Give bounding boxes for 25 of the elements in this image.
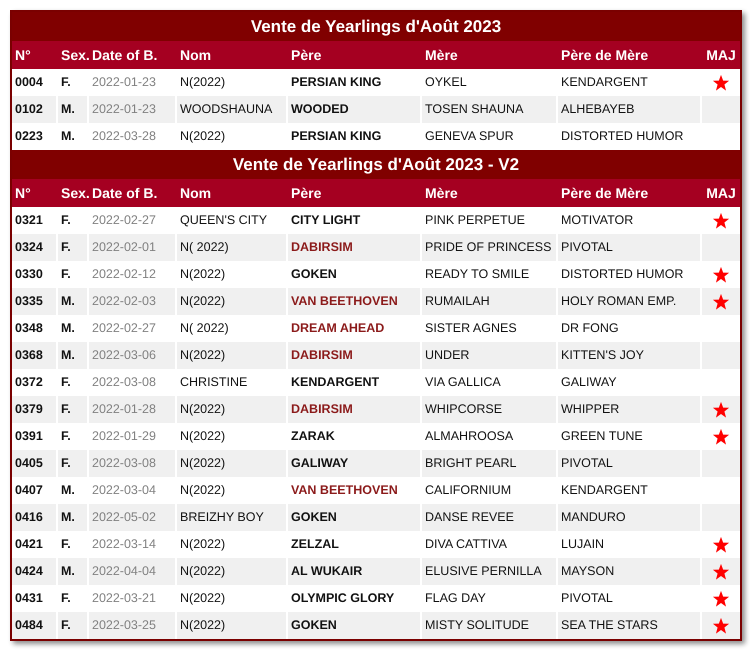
column-header: Père bbox=[290, 184, 322, 203]
table-cell: 2022-03-25 bbox=[89, 612, 177, 639]
column-header: MAJ bbox=[705, 46, 737, 65]
table-cell: N(2022) bbox=[177, 612, 288, 639]
table-cell: GOKEN bbox=[288, 612, 422, 639]
column-header: Mère bbox=[424, 46, 459, 65]
section-title: Vente de Yearlings d'Août 2023 bbox=[12, 12, 740, 41]
column-header: Père de Mère bbox=[560, 184, 650, 203]
column-header: Mère bbox=[424, 184, 459, 203]
column-header: Nom bbox=[179, 46, 212, 65]
column-header: Nom bbox=[179, 184, 212, 203]
table-cell: 0484 bbox=[12, 612, 58, 639]
table-cell: SEA THE STARS bbox=[558, 612, 702, 639]
column-header: Sex. bbox=[60, 46, 89, 65]
column-header: Père de Mère bbox=[560, 46, 650, 65]
table-cell: F. bbox=[58, 612, 89, 639]
column-header: MAJ bbox=[705, 184, 737, 203]
column-header: Sex. bbox=[60, 184, 89, 203]
column-header: N° bbox=[14, 46, 32, 65]
table-cell: MISTY SOLITUDE bbox=[422, 612, 558, 639]
column-header: Père bbox=[290, 46, 322, 65]
column-header: Date of B. bbox=[91, 184, 158, 203]
section-title: Vente de Yearlings d'Août 2023 - V2 bbox=[12, 150, 740, 179]
column-header: Date of B. bbox=[91, 46, 158, 65]
column-header: N° bbox=[14, 184, 32, 203]
